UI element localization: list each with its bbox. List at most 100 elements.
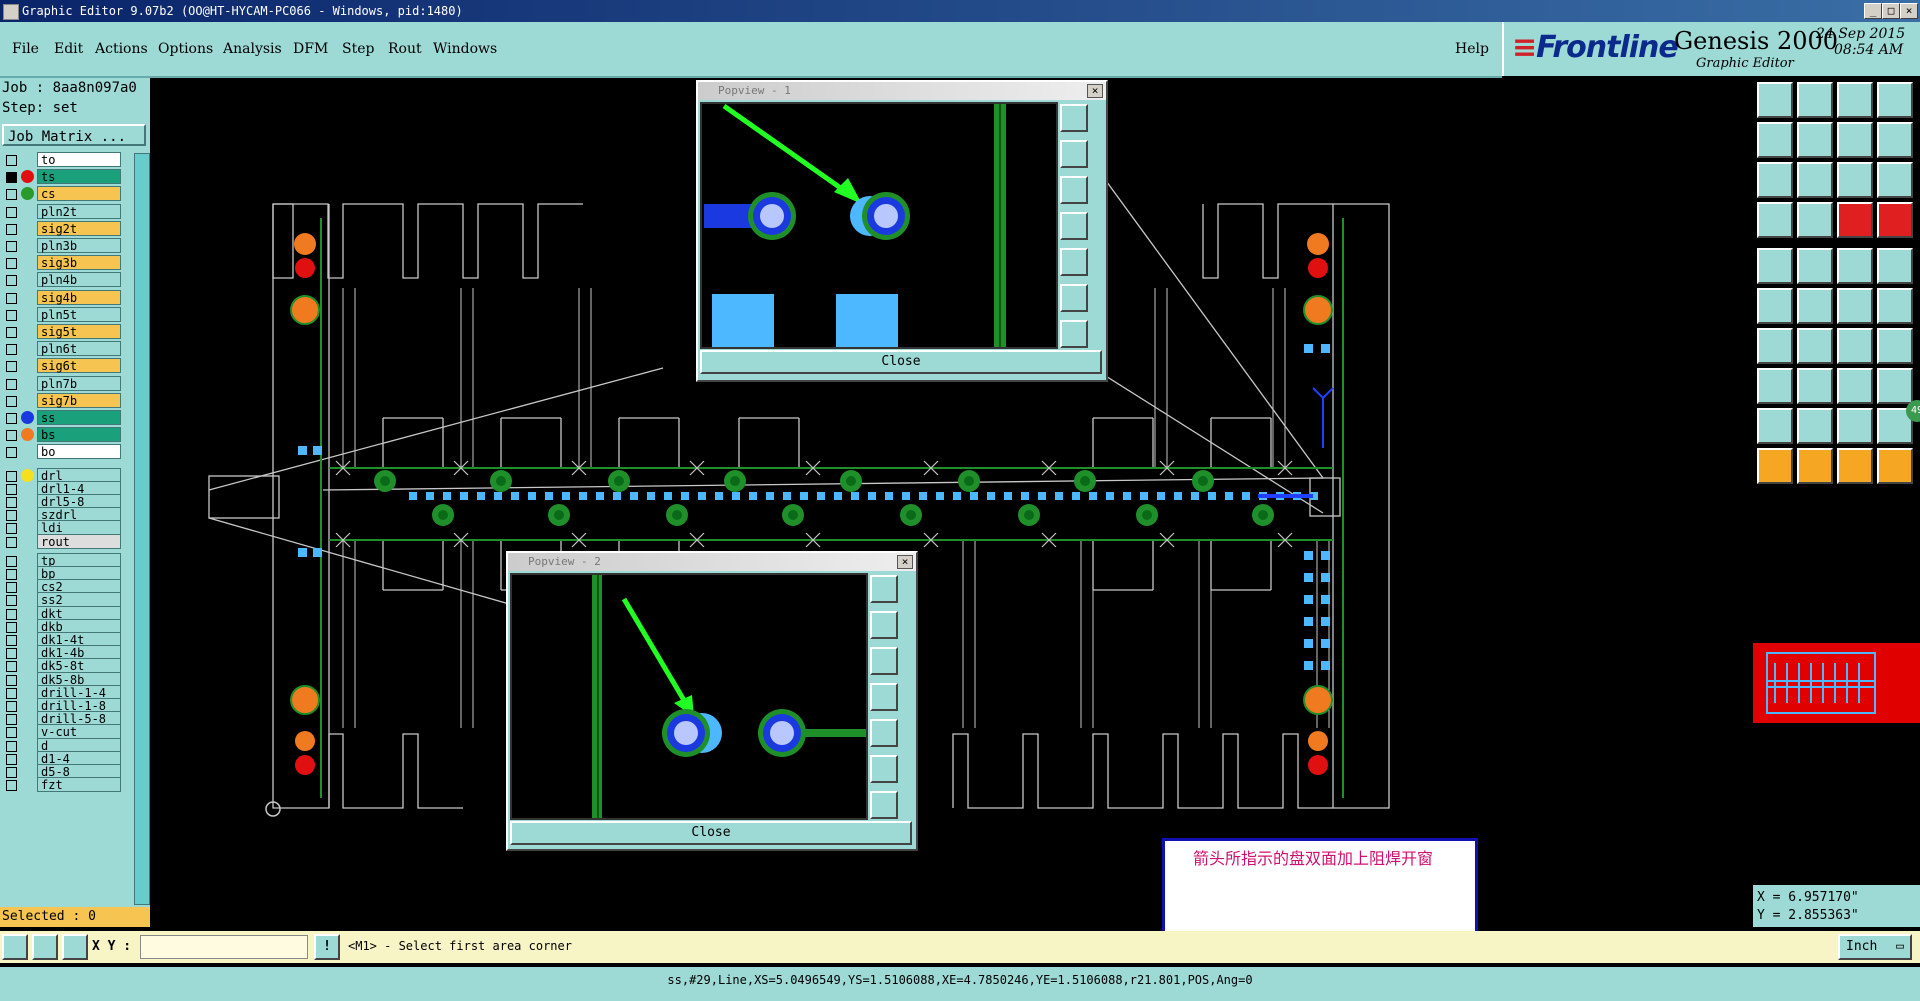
layer-row-pln6t[interactable]: pln6t xyxy=(3,341,121,357)
layer-color-dot[interactable] xyxy=(21,468,34,482)
layer-color-dot[interactable] xyxy=(21,428,34,442)
line-draw2-icon[interactable] xyxy=(1797,328,1833,364)
popview-zoom-in-icon[interactable] xyxy=(870,575,898,603)
layer-name[interactable]: sig4b xyxy=(37,289,121,305)
layer-row-sig2t[interactable]: sig2t xyxy=(3,220,121,236)
redo-icon[interactable] xyxy=(1797,122,1833,158)
layer-checkbox[interactable] xyxy=(6,413,17,424)
cursor3-icon[interactable] xyxy=(1837,448,1873,484)
menu-analysis[interactable]: Analysis xyxy=(223,41,282,57)
layer-checkbox[interactable] xyxy=(6,275,17,287)
layer-name[interactable]: rout xyxy=(37,533,121,549)
layer-name[interactable]: sig6t xyxy=(37,358,121,374)
arc-icon[interactable] xyxy=(1837,328,1873,364)
triangle2-icon[interactable] xyxy=(1797,408,1833,444)
popview-fit-icon[interactable] xyxy=(1060,284,1088,312)
popview-right-icon[interactable] xyxy=(1060,248,1088,276)
menu-help[interactable]: Help xyxy=(1455,41,1489,57)
layer-name[interactable]: cs xyxy=(37,186,121,202)
layer-row-cs[interactable]: cs xyxy=(3,186,121,202)
popview-fit-icon[interactable] xyxy=(870,755,898,783)
popview-zoom-out-icon[interactable] xyxy=(1060,140,1088,168)
layer-checkbox[interactable] xyxy=(6,155,17,166)
layer-name[interactable]: pln3b xyxy=(37,238,121,253)
layer-name[interactable]: bs xyxy=(37,427,121,443)
popview-home-icon[interactable] xyxy=(1060,320,1088,348)
layer-row-sig5t[interactable]: sig5t xyxy=(3,324,121,339)
xy-input[interactable] xyxy=(140,935,308,959)
grid-mode-icon[interactable] xyxy=(62,934,88,960)
layer-color-dot[interactable] xyxy=(21,170,34,184)
layer-checkbox[interactable] xyxy=(6,447,17,459)
cross-icon[interactable] xyxy=(1797,288,1833,324)
select-icon[interactable] xyxy=(1757,368,1793,404)
popview-1-close-x[interactable]: × xyxy=(1087,84,1103,98)
snap-icon[interactable] xyxy=(1877,122,1913,158)
copy-icon[interactable] xyxy=(1877,368,1913,404)
layer-name[interactable]: pln4b xyxy=(37,272,121,288)
zoom-fit-icon[interactable] xyxy=(1877,82,1913,118)
layer-name[interactable]: pln2t xyxy=(37,203,121,219)
layer-row-ss[interactable]: ss xyxy=(3,410,121,425)
line-draw-icon[interactable] xyxy=(1757,328,1793,364)
menu-rout[interactable]: Rout xyxy=(388,41,422,57)
unit-selector[interactable]: Inch ▭ xyxy=(1838,934,1912,960)
maximize-button[interactable]: □ xyxy=(1882,3,1900,19)
popview-2-view[interactable] xyxy=(510,573,868,820)
layer-name[interactable]: pln5t xyxy=(37,306,121,322)
draw-mode-icon[interactable] xyxy=(32,934,58,960)
menu-edit[interactable]: Edit xyxy=(54,41,83,57)
zoom-home-icon[interactable] xyxy=(1757,162,1793,198)
grid-icon[interactable] xyxy=(1797,202,1833,238)
layer-checkbox[interactable] xyxy=(6,241,17,252)
zoom-area-icon[interactable] xyxy=(1837,122,1873,158)
app-icon[interactable] xyxy=(3,4,19,20)
popview-2-close-x[interactable]: × xyxy=(897,555,913,569)
menu-file[interactable]: File xyxy=(12,41,39,57)
save-layer-icon[interactable] xyxy=(1797,82,1833,118)
layer-checkbox[interactable] xyxy=(6,223,17,235)
layer-checkbox[interactable] xyxy=(6,327,17,338)
info-icon[interactable]: ! xyxy=(314,934,340,960)
cursor-icon[interactable] xyxy=(1757,448,1793,484)
line-icon[interactable] xyxy=(1797,248,1833,284)
pin2-icon[interactable] xyxy=(1877,288,1913,324)
layer-checkbox[interactable] xyxy=(6,292,17,304)
layer-checkbox[interactable] xyxy=(6,189,17,201)
layer-checkbox[interactable] xyxy=(6,536,17,548)
popview-pan-icon[interactable] xyxy=(870,647,898,675)
menu-dfm[interactable]: DFM xyxy=(293,41,328,57)
layer-row-sig3b[interactable]: sig3b xyxy=(3,255,121,271)
triangle-icon[interactable] xyxy=(1757,408,1793,444)
triangle3-icon[interactable] xyxy=(1837,408,1873,444)
measure-icon[interactable] xyxy=(1757,202,1793,238)
move-icon[interactable] xyxy=(1837,368,1873,404)
layer-name[interactable]: pln6t xyxy=(37,341,121,357)
layer-checkbox[interactable] xyxy=(6,172,17,184)
select-mode-icon[interactable] xyxy=(2,934,28,960)
layer-color-dot[interactable] xyxy=(21,187,34,201)
layer-name[interactable]: pln7b xyxy=(37,375,121,391)
net-icon[interactable] xyxy=(1757,288,1793,324)
layer-name[interactable]: sig3b xyxy=(37,255,121,271)
scale-icon[interactable] xyxy=(1837,162,1873,198)
popview-1-view[interactable] xyxy=(700,102,1058,349)
undo-icon[interactable] xyxy=(1757,122,1793,158)
layer-color-dot[interactable] xyxy=(21,411,34,424)
layer-red2-icon[interactable] xyxy=(1877,202,1913,238)
pad-icon[interactable] xyxy=(1757,248,1793,284)
layer-list-scrollbar[interactable] xyxy=(134,153,150,905)
select2-icon[interactable] xyxy=(1797,368,1833,404)
layer-checkbox[interactable] xyxy=(6,206,17,218)
menu-step[interactable]: Step xyxy=(342,41,374,57)
popview-left-icon[interactable] xyxy=(1060,212,1088,240)
popview-right-icon[interactable] xyxy=(870,719,898,747)
circle-icon[interactable] xyxy=(1877,248,1913,284)
popview-zoom-out-icon[interactable] xyxy=(870,611,898,639)
popview-1-close-button[interactable]: Close xyxy=(700,350,1102,374)
popview-pan-icon[interactable] xyxy=(1060,176,1088,204)
popview-left-icon[interactable] xyxy=(870,683,898,711)
layer-row-rout[interactable]: rout xyxy=(3,533,121,549)
ruler-icon[interactable] xyxy=(1837,248,1873,284)
layer-row-fzt[interactable]: fzt xyxy=(3,777,121,793)
